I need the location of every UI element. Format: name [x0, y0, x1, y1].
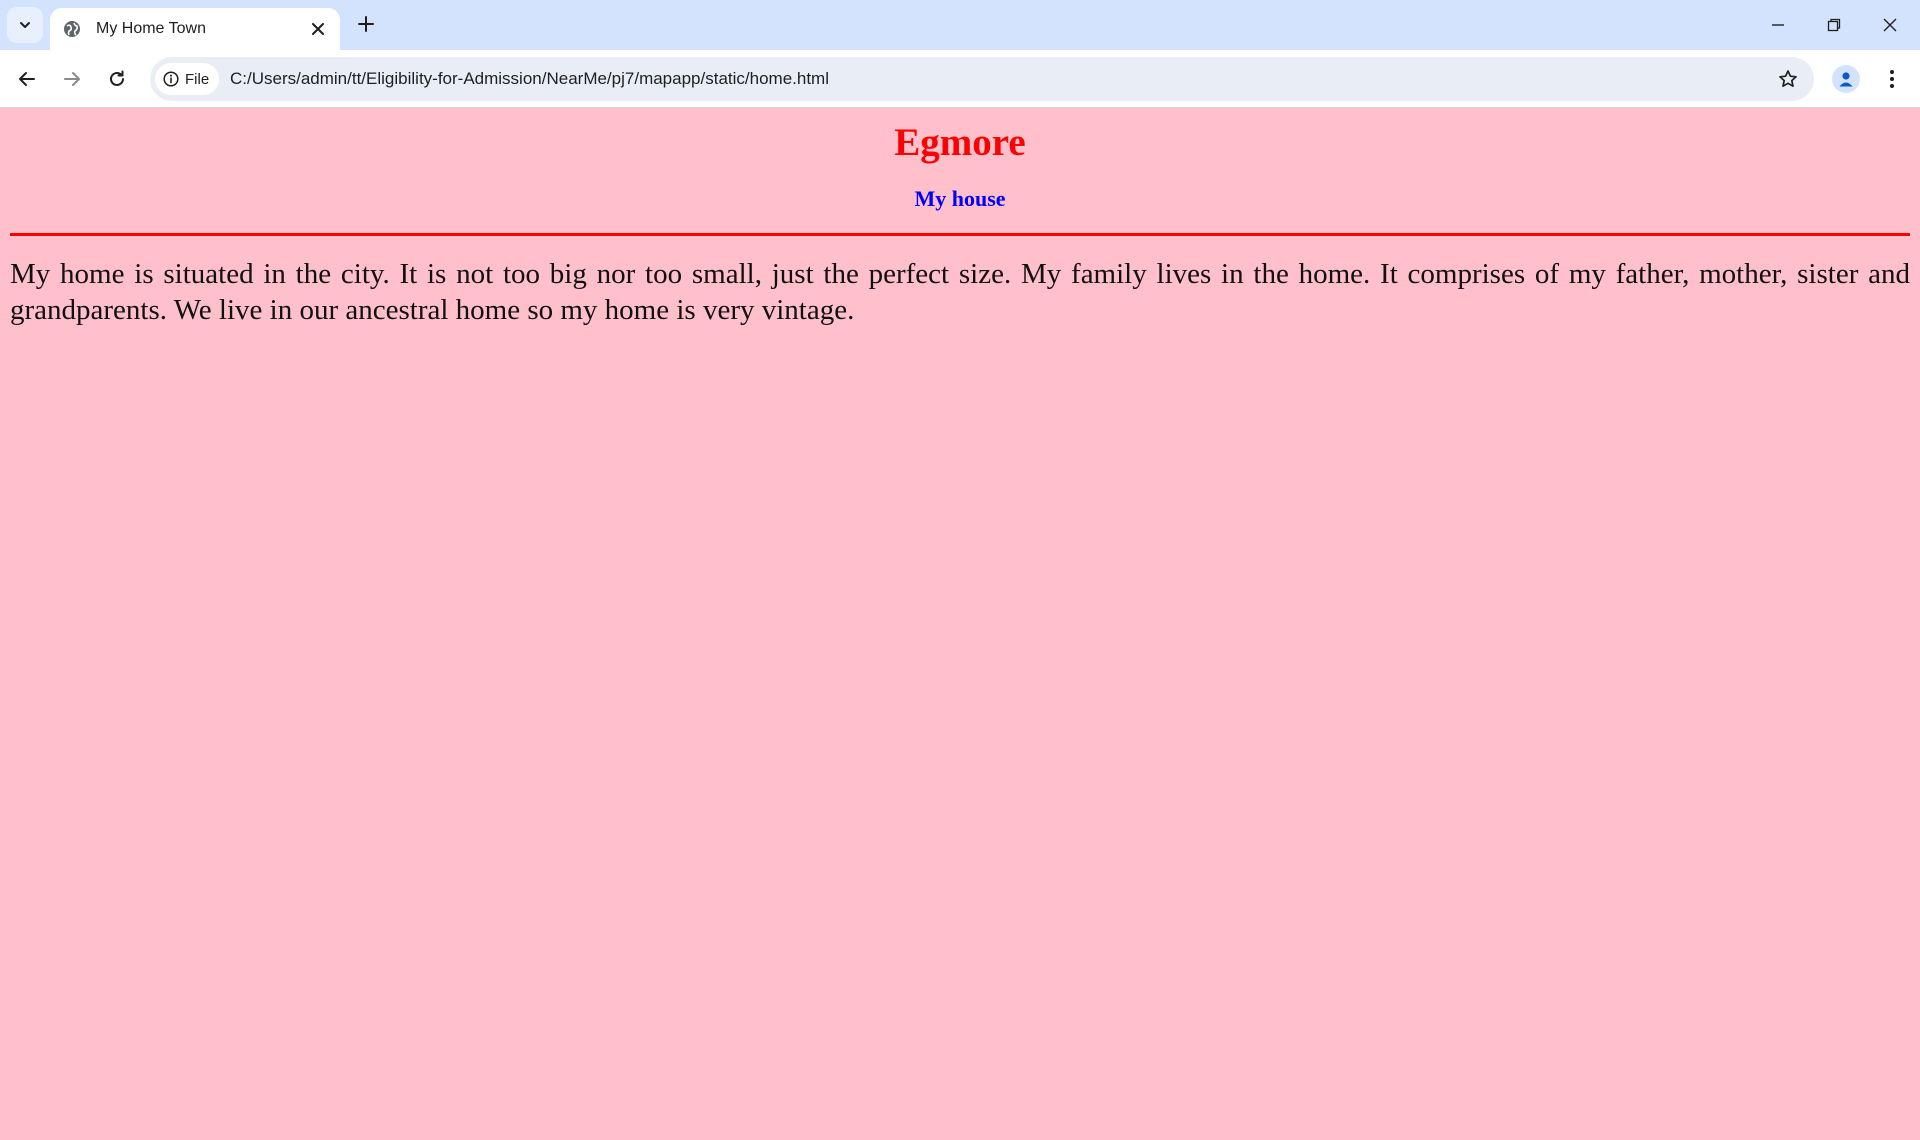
- back-button[interactable]: [7, 59, 47, 99]
- tab-title: My Home Town: [96, 20, 206, 37]
- person-icon: [1839, 72, 1853, 87]
- site-info-chip[interactable]: File: [155, 63, 220, 95]
- arrow-right-icon: [64, 72, 80, 86]
- tab-close-button[interactable]: [302, 13, 334, 45]
- restore-button[interactable]: [1806, 0, 1862, 50]
- restore-icon: [1827, 18, 1841, 32]
- minimize-button[interactable]: [1750, 0, 1806, 50]
- page-subtitle: My house: [914, 185, 1006, 211]
- tab-search-button[interactable]: [7, 7, 43, 43]
- arrow-left-icon: [19, 72, 35, 86]
- close-window-button[interactable]: [1862, 0, 1918, 50]
- info-icon: [163, 71, 179, 87]
- horizontal-rule: [10, 233, 1910, 237]
- forward-button[interactable]: [52, 59, 92, 99]
- close-icon: [1883, 18, 1897, 32]
- kebab-menu-icon: [1890, 70, 1894, 88]
- address-bar[interactable]: File C:/Users/admin/tt/Eligibility-for-A…: [150, 57, 1814, 101]
- page-title: Egmore: [894, 121, 1026, 164]
- reload-icon: [110, 70, 124, 86]
- chevron-down-icon: [20, 22, 30, 28]
- page-content: Egmore My house My home is situated in t…: [0, 108, 1920, 1140]
- bookmark-button[interactable]: [1770, 61, 1806, 97]
- star-icon: [1779, 70, 1797, 88]
- active-tab[interactable]: My Home Town: [50, 8, 340, 50]
- close-icon: [312, 23, 324, 35]
- reload-button[interactable]: [97, 59, 137, 99]
- url-text[interactable]: C:/Users/admin/tt/Eligibility-for-Admiss…: [230, 57, 829, 101]
- site-info-label: File: [185, 70, 210, 88]
- avatar: [1832, 65, 1860, 93]
- globe-icon: [62, 19, 82, 39]
- plus-icon: [358, 16, 374, 32]
- body-paragraph: My home is situated in the city. It is n…: [10, 258, 1910, 327]
- browser-menu-button[interactable]: [1872, 59, 1912, 99]
- new-tab-button[interactable]: [350, 8, 382, 40]
- browser-toolbar: File C:/Users/admin/tt/Eligibility-for-A…: [0, 50, 1920, 108]
- minimize-icon: [1772, 24, 1784, 26]
- tab-strip: My Home Town: [0, 0, 1920, 50]
- profile-button[interactable]: [1826, 59, 1866, 99]
